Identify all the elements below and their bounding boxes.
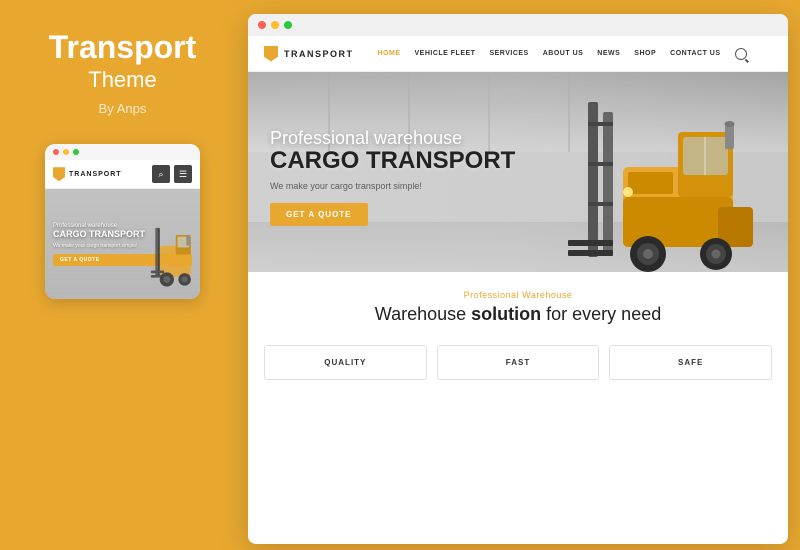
mobile-forklift-image [150, 219, 200, 299]
hero-title-light: Professional warehouse [270, 128, 515, 149]
nav-link-home[interactable]: HOME [378, 50, 401, 57]
browser-window: TRANSPORT HOME VEHICLE FLEET SERVICES AB… [248, 14, 788, 544]
theme-title: Transport [49, 30, 197, 65]
hero-content: Professional warehouse CARGO TRANSPORT W… [270, 128, 515, 226]
warehouse-title-bold: solution [471, 304, 541, 324]
hero-tagline: We make your cargo transport simple! [270, 181, 515, 191]
mobile-nav-icons: ⌕ ☰ [152, 165, 192, 183]
hero-title-bold: CARGO TRANSPORT [270, 149, 515, 173]
mobile-logo-icon [53, 167, 65, 181]
site-nav-links: HOME VEHICLE FLEET SERVICES ABOUT US NEW… [378, 48, 773, 60]
mobile-menu-icon[interactable]: ☰ [174, 165, 192, 183]
nav-link-fleet[interactable]: VEHICLE FLEET [415, 50, 476, 57]
site-logo-text: TRANSPORT [284, 49, 354, 59]
card-quality-title: QUALITY [277, 358, 414, 367]
mobile-top-bar [45, 144, 200, 160]
mobile-dot-green [73, 149, 79, 155]
warehouse-title-end: for every need [541, 304, 661, 324]
nav-link-news[interactable]: NEWS [597, 50, 620, 57]
nav-link-contact[interactable]: CONTACT US [670, 50, 720, 57]
card-safe: SAFE [609, 345, 772, 380]
theme-byline: By Anps [99, 101, 147, 116]
card-safe-title: SAFE [622, 358, 759, 367]
mobile-logo-area: TRANSPORT [53, 167, 122, 181]
card-fast: FAST [437, 345, 600, 380]
site-nav: TRANSPORT HOME VEHICLE FLEET SERVICES AB… [248, 36, 788, 72]
mobile-hero: Professional warehouse CARGO TRANSPORT W… [45, 189, 200, 299]
mobile-logo-text: TRANSPORT [69, 171, 122, 178]
nav-link-shop[interactable]: SHOP [634, 50, 656, 57]
left-panel: Transport Theme By Anps TRANSPORT ⌕ ☰ Pr… [0, 0, 245, 550]
mobile-dot-yellow [63, 149, 69, 155]
card-quality: QUALITY [264, 345, 427, 380]
warehouse-section-label: Professional Warehouse [264, 290, 772, 300]
browser-top-bar [248, 14, 788, 36]
site-hero: Professional warehouse CARGO TRANSPORT W… [248, 72, 788, 272]
site-logo-area: TRANSPORT [264, 46, 354, 62]
browser-dot-green [284, 21, 292, 29]
hero-forklift-image [568, 82, 768, 272]
warehouse-section-title: Warehouse solution for every need [264, 304, 772, 325]
warehouse-section: Professional Warehouse Warehouse solutio… [248, 272, 788, 335]
mobile-nav: TRANSPORT ⌕ ☰ [45, 160, 200, 189]
hero-cta-button[interactable]: GET A QUOTE [270, 203, 368, 226]
browser-dot-red [258, 21, 266, 29]
mobile-search-icon[interactable]: ⌕ [152, 165, 170, 183]
mobile-mockup: TRANSPORT ⌕ ☰ Professional warehouse CAR… [45, 144, 200, 299]
mobile-dot-red [53, 149, 59, 155]
nav-search-icon[interactable] [735, 48, 747, 60]
nav-link-about[interactable]: ABOUT US [543, 50, 584, 57]
nav-link-services[interactable]: SERVICES [489, 50, 528, 57]
cards-row: QUALITY FAST SAFE [248, 335, 788, 390]
warehouse-title-plain: Warehouse [375, 304, 471, 324]
card-fast-title: FAST [450, 358, 587, 367]
site-logo-icon [264, 46, 278, 62]
browser-dot-yellow [271, 21, 279, 29]
theme-subtitle: Theme [88, 67, 156, 93]
